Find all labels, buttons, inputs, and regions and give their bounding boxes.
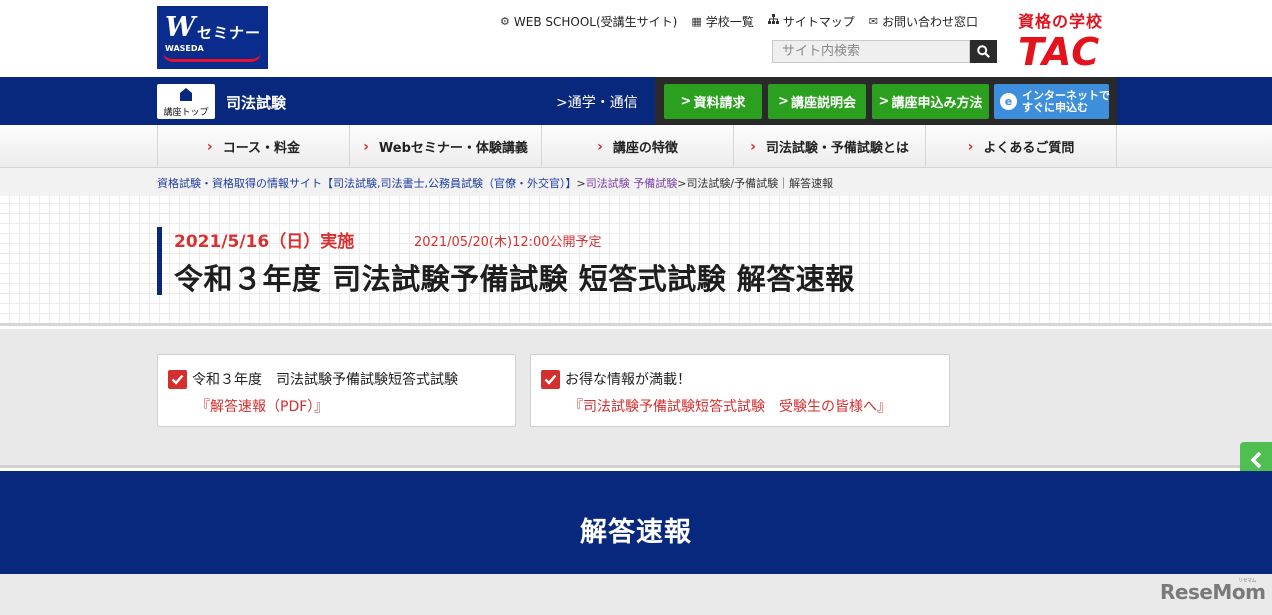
page-hero: 2021/5/16（日）実施 2021/05/20(木)12:00公開予定 令和… — [0, 196, 1272, 326]
nav-item-web-seminar[interactable]: › Webセミナー・体験講義 — [349, 125, 541, 168]
card-text: 令和３年度 司法試験予備試験短答式試験 — [192, 372, 458, 388]
chevron-right-icon: › — [967, 138, 974, 155]
section-heading: 解答速報 — [580, 517, 692, 548]
breadcrumb-bar: 資格試験・資格取得の情報サイト【司法試験,司法書士,公務員試験（官僚・外交官）】… — [0, 168, 1272, 196]
publish-schedule: 2021/05/20(木)12:00公開予定 — [414, 235, 602, 250]
how-to-apply-button[interactable]: > 講座申込み方法 — [872, 84, 989, 119]
cta-group: > 資料請求 > 講座説明会 > 講座申込み方法 e インターネットで すぐに申込む — [655, 77, 1117, 125]
candidates-info-card[interactable]: お得な情報が満載！ 『司法試験予備試験短答式試験 受験生の皆様へ』 — [530, 354, 950, 427]
info-area: 令和３年度 司法試験予備試験短答式試験 『解答速報（PDF）』 お得な情報が満載… — [0, 329, 1272, 468]
apply-online-line2: すぐに申込む — [1022, 100, 1088, 114]
site-header: W セミナー WASEDA ⚙ WEB SCHOOL(受講生サイト) ▦ 学校一… — [0, 0, 1272, 77]
chevron-left-icon — [1250, 451, 1262, 469]
logo-text: セミナー — [197, 24, 262, 42]
cta-label: 資料請求 — [693, 96, 746, 111]
checkbox-icon — [168, 370, 187, 389]
search-button[interactable] — [970, 40, 997, 63]
mail-icon: ✉ — [868, 14, 878, 28]
course-top-button[interactable]: 講座トップ — [157, 84, 215, 119]
sitemap-icon — [767, 14, 779, 28]
breadcrumb: 資格試験・資格取得の情報サイト【司法試験,司法書士,公務員試験（官僚・外交官）】… — [157, 175, 833, 191]
nav-item-about-exam[interactable]: › 司法試験・予備試験とは — [733, 125, 925, 168]
logo-swoosh — [163, 52, 261, 62]
utility-links: ⚙ WEB SCHOOL(受講生サイト) ▦ 学校一覧 サイトマップ ✉ お問い… — [500, 12, 978, 30]
site-search — [772, 40, 997, 63]
checkbox-icon — [541, 370, 560, 389]
nav-label: 講座の特徴 — [612, 141, 678, 156]
link-school-list[interactable]: ▦ 学校一覧 — [691, 12, 753, 30]
hero-accent-bar — [157, 227, 162, 295]
exam-date: 2021/5/16（日）実施 — [174, 232, 355, 252]
course-top-label: 講座トップ — [163, 108, 209, 118]
chevron-right-icon: > — [878, 94, 890, 109]
card-text: お得な情報が満載！ — [565, 372, 691, 388]
link-label: WEB SCHOOL(受講生サイト) — [513, 14, 678, 29]
chevron-right-icon: › — [597, 138, 603, 155]
attendance-mode-link[interactable]: >通学・通信 — [556, 92, 638, 112]
breadcrumb-separator: > — [576, 177, 586, 190]
link-label: 学校一覧 — [705, 14, 754, 29]
tac-logo[interactable]: 資格の学校 TAC — [1018, 8, 1118, 74]
info-session-button[interactable]: > 講座説明会 — [768, 84, 866, 119]
chevron-right-icon: › — [363, 138, 369, 155]
page-title: 令和３年度 司法試験予備試験 短答式試験 解答速報 — [174, 262, 855, 296]
resemom-watermark: ReseMom リセマム — [1160, 578, 1266, 604]
answer-pdf-link[interactable]: 『解答速報（PDF）』 — [196, 396, 328, 416]
home-icon — [180, 88, 192, 101]
section-banner: 解答速報 — [0, 471, 1272, 574]
gear-icon: ⚙ — [500, 14, 510, 28]
apply-online-button[interactable]: e インターネットで すぐに申込む — [994, 84, 1110, 119]
chevron-right-icon: > — [680, 94, 692, 109]
watermark-kana: リセマム — [1238, 578, 1257, 584]
course-title: 司法試験 — [226, 94, 287, 112]
answer-pdf-card[interactable]: 令和３年度 司法試験予備試験短答式試験 『解答速報（PDF）』 — [157, 354, 516, 427]
nav-label: 司法試験・予備試験とは — [765, 141, 909, 156]
chevron-right-icon: › — [206, 138, 213, 155]
nav-item-faq[interactable]: › よくあるご質問 — [925, 125, 1117, 168]
link-label: お問い合わせ窓口 — [882, 14, 979, 29]
apply-online-label: インターネットで すぐに申込む — [1022, 89, 1110, 114]
cta-label: 講座申込み方法 — [891, 96, 983, 111]
logo-mark: W — [165, 12, 196, 43]
content-area — [0, 574, 1272, 615]
request-materials-button[interactable]: > 資料請求 — [664, 84, 762, 119]
nav-item-features[interactable]: › 講座の特徴 — [541, 125, 733, 168]
candidates-info-link[interactable]: 『司法試験予備試験短答式試験 受験生の皆様へ』 — [569, 396, 891, 416]
search-icon — [977, 45, 990, 58]
link-label: サイトマップ — [782, 14, 855, 29]
tac-logo-tagline: 資格の学校 — [1018, 12, 1104, 31]
nav-label: コース・料金 — [222, 141, 301, 156]
link-sitemap[interactable]: サイトマップ — [767, 12, 855, 30]
link-contact[interactable]: ✉ お問い合わせ窓口 — [869, 12, 978, 30]
nav-item-courses[interactable]: › コース・料金 — [157, 125, 349, 168]
course-bar: 講座トップ 司法試験 >通学・通信 > 資料請求 > 講座説明会 > 講座申込み方法 … — [0, 77, 1272, 125]
tac-logo-wordmark: TAC — [1018, 30, 1101, 74]
internet-icon: e — [1000, 93, 1017, 110]
breadcrumb-current: 司法試験/予備試験｜解答速報 — [686, 177, 834, 190]
search-input[interactable] — [772, 40, 970, 63]
nav-label: よくあるご質問 — [983, 141, 1075, 156]
breadcrumb-home[interactable]: 資格試験・資格取得の情報サイト【司法試験,司法書士,公務員試験（官僚・外交官）】 — [157, 177, 577, 190]
main-nav: › コース・料金 › Webセミナー・体験講義 › 講座の特徴 › 司法試験・予備試験と… — [0, 125, 1272, 168]
breadcrumb-section[interactable]: 司法試験 予備試験 — [586, 177, 678, 190]
nav-label: Webセミナー・体験講義 — [378, 141, 528, 156]
link-web-school[interactable]: ⚙ WEB SCHOOL(受講生サイト) — [500, 12, 677, 30]
chevron-right-icon: > — [778, 94, 789, 109]
building-icon: ▦ — [691, 14, 702, 28]
cta-label: 講座説明会 — [790, 96, 856, 111]
waseda-seminar-logo[interactable]: W セミナー WASEDA — [157, 6, 268, 69]
chevron-right-icon: › — [750, 138, 756, 155]
